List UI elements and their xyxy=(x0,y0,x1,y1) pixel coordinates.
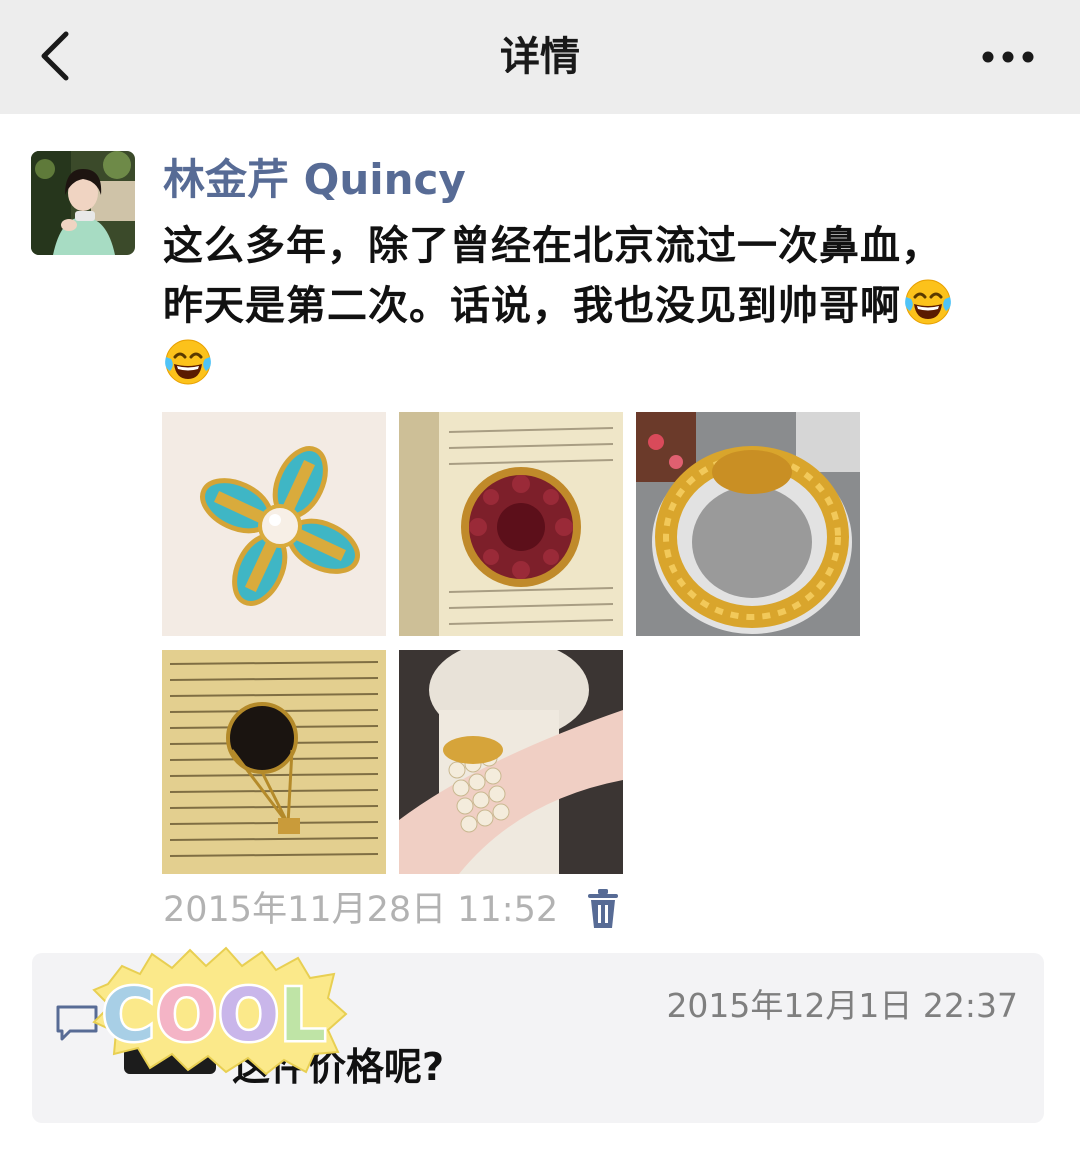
tears-of-joy-emoji xyxy=(165,339,211,385)
post-text: 这么多年，除了曾经在北京流过一次鼻血， 昨天是第二次。话说，我也没见到帅哥啊 xyxy=(163,216,1048,396)
post-photo-4[interactable] xyxy=(162,650,386,874)
chevron-left-icon xyxy=(41,31,69,81)
post-timestamp: 2015年11月28日 11:52 xyxy=(163,890,559,930)
back-button[interactable] xyxy=(32,26,82,86)
post-text-line-2: 昨天是第二次。话说，我也没见到帅哥啊 xyxy=(163,283,901,329)
tears-of-joy-emoji xyxy=(905,279,951,325)
svg-text:L: L xyxy=(280,973,326,1057)
post-text-line-1: 这么多年，除了曾经在北京流过一次鼻血， xyxy=(163,223,942,269)
post-photo-1[interactable] xyxy=(162,412,386,636)
more-button[interactable] xyxy=(976,40,1040,74)
post-photo-2[interactable] xyxy=(399,412,623,636)
post-text-line: 这么多年，除了曾经在北京流过一次鼻血， xyxy=(163,216,1048,276)
author-name[interactable]: 林金芹 Quincy xyxy=(163,152,466,208)
post-text-line: 昨天是第二次。话说，我也没见到帅哥啊 xyxy=(163,276,1048,336)
delete-button[interactable] xyxy=(586,888,620,930)
navigation-bar: 详情 xyxy=(0,0,1080,114)
page-title: 详情 xyxy=(500,34,580,80)
cool-sticker: C O O L xyxy=(92,946,348,1076)
comment-time: 2015年12月1日 22:37 xyxy=(666,986,1018,1025)
trash-icon xyxy=(588,889,618,928)
post-text-line xyxy=(163,336,1048,396)
post-photo-5[interactable] xyxy=(399,650,623,874)
svg-text:C: C xyxy=(102,973,155,1057)
svg-text:O: O xyxy=(218,973,279,1057)
post-photo-3[interactable] xyxy=(636,412,860,636)
svg-text:O: O xyxy=(156,973,217,1057)
more-dots-icon xyxy=(982,51,1034,63)
author-avatar[interactable] xyxy=(31,151,135,255)
